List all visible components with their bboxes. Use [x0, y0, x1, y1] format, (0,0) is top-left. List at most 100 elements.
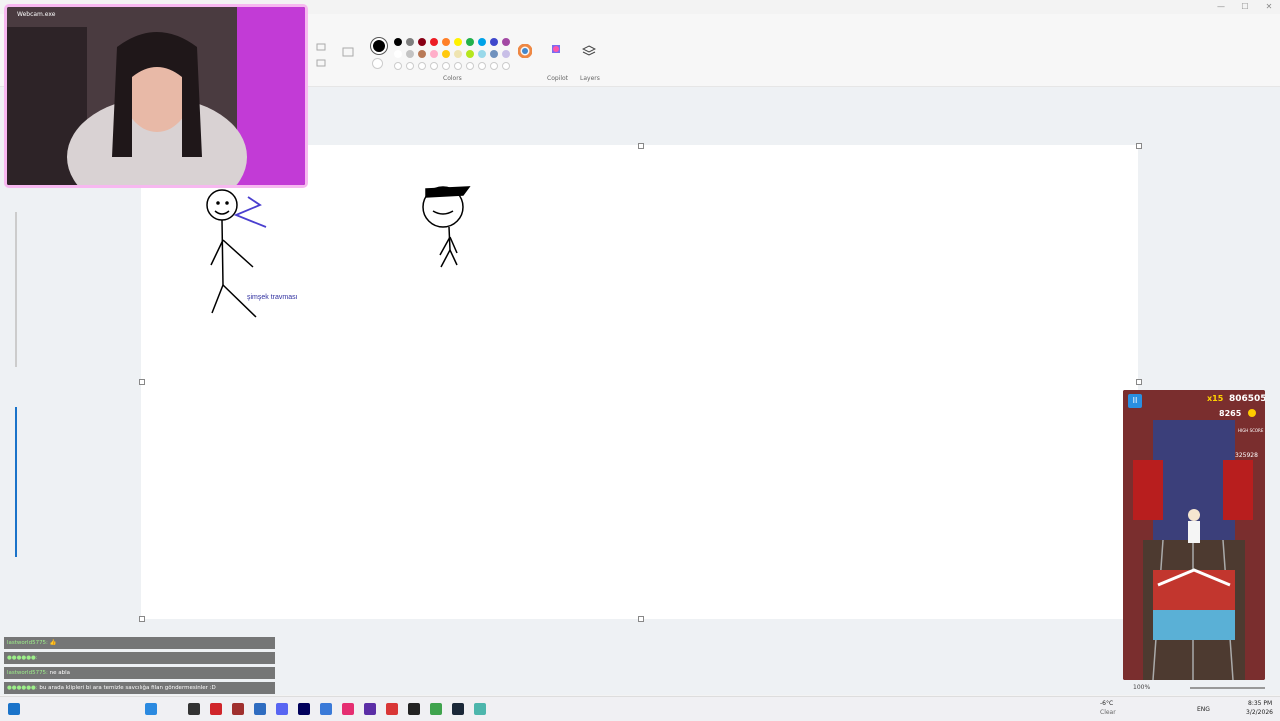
color-swatch[interactable]	[466, 38, 474, 46]
canvas-caption: şimşek travması	[247, 294, 298, 301]
resize-handle-top-right[interactable]	[1136, 143, 1142, 149]
minimize-button[interactable]: —	[1216, 2, 1226, 12]
color-swatch[interactable]	[394, 38, 402, 46]
custom-color-slot[interactable]	[478, 62, 486, 70]
zoom-slider[interactable]	[1190, 687, 1265, 689]
app-icon-2[interactable]	[232, 703, 244, 715]
app-icon-7[interactable]	[430, 703, 442, 715]
app-icon-6[interactable]	[386, 703, 398, 715]
brush-tools[interactable]	[315, 42, 355, 82]
weather-desc: Clear	[1100, 709, 1116, 716]
close-button[interactable]: ✕	[1264, 2, 1274, 12]
custom-color-slot[interactable]	[502, 62, 510, 70]
resize-handle-left[interactable]	[139, 379, 145, 385]
secondary-color[interactable]	[372, 58, 383, 69]
paint-icon[interactable]	[474, 703, 486, 715]
coin-count: 8265	[1219, 409, 1242, 418]
chat-text: ne abla	[49, 670, 71, 676]
score-multiplier: x15	[1207, 394, 1224, 403]
steam-icon[interactable]	[452, 703, 464, 715]
chat-username: lastworld5775:	[7, 640, 48, 646]
color-swatch[interactable]	[406, 50, 414, 58]
webcam-feed	[7, 7, 305, 185]
weather-temp: -6°C	[1100, 700, 1114, 707]
after-effects-icon[interactable]	[298, 703, 310, 715]
color-swatch[interactable]	[490, 38, 498, 46]
hiscore-label: HIGH SCORE	[1238, 428, 1264, 433]
color-swatch[interactable]	[406, 38, 414, 46]
layers-button[interactable]	[580, 44, 598, 62]
color-swatch[interactable]	[466, 50, 474, 58]
resize-handle-top[interactable]	[638, 143, 644, 149]
resize-handle-bottom[interactable]	[638, 616, 644, 622]
brush-size-slider[interactable]	[15, 212, 17, 367]
color-swatch[interactable]	[490, 50, 498, 58]
custom-color-slot[interactable]	[406, 62, 414, 70]
game-scene	[1123, 390, 1265, 680]
drawing-canvas[interactable]: şimşek travması	[141, 145, 1138, 619]
color-swatch[interactable]	[454, 38, 462, 46]
app-icon-1[interactable]	[210, 703, 222, 715]
color-swatch[interactable]	[418, 38, 426, 46]
color-swatch[interactable]	[430, 50, 438, 58]
hiscore-value: 325928	[1235, 452, 1258, 459]
chat-username: ●●●●●●:	[7, 685, 38, 691]
primary-color[interactable]	[371, 38, 387, 54]
custom-color-slot[interactable]	[454, 62, 462, 70]
stick-figure-right	[422, 186, 471, 268]
color-swatch[interactable]	[442, 50, 450, 58]
capcut-icon[interactable]	[408, 703, 420, 715]
color-swatch[interactable]	[442, 38, 450, 46]
resize-handle-bottom-left[interactable]	[139, 616, 145, 622]
webcam-title: Webcam.exe	[17, 11, 56, 18]
color-swatch[interactable]	[478, 38, 486, 46]
layers-label: Layers	[580, 75, 600, 82]
colors-group-label: Colors	[443, 75, 462, 82]
game-overlay: II x15 806505 8265 HIGH SCORE 325928	[1123, 390, 1265, 680]
maximize-button[interactable]: ☐	[1240, 2, 1250, 12]
clock-date[interactable]: 3/2/2026	[1246, 709, 1273, 716]
custom-color-slot[interactable]	[418, 62, 426, 70]
custom-color-slot[interactable]	[394, 62, 402, 70]
resize-handle-right[interactable]	[1136, 379, 1142, 385]
app-icon-5[interactable]	[364, 703, 376, 715]
start-icon[interactable]	[8, 703, 20, 715]
zoom-level: 100%	[1133, 684, 1151, 691]
chat-message: ●●●●●●:	[4, 652, 275, 664]
obs-icon[interactable]	[188, 703, 200, 715]
edge-icon[interactable]	[145, 703, 157, 715]
discord-icon[interactable]	[276, 703, 288, 715]
opera-icon[interactable]	[342, 703, 354, 715]
color-swatch[interactable]	[430, 38, 438, 46]
color-wheel-icon	[517, 43, 533, 59]
chat-text: 👍	[49, 640, 57, 646]
chat-username: lastworld5775:	[7, 670, 48, 676]
brush-icon	[316, 43, 354, 67]
custom-color-slot[interactable]	[442, 62, 450, 70]
color-swatch[interactable]	[394, 50, 402, 58]
color-swatch[interactable]	[502, 38, 510, 46]
chat-username: ●●●●●●:	[7, 655, 38, 661]
status-bar: 100%	[1100, 682, 1280, 694]
app-icon-4[interactable]	[320, 703, 332, 715]
language-indicator[interactable]: ENG	[1197, 706, 1210, 713]
color-swatch[interactable]	[502, 50, 510, 58]
edit-colors-button[interactable]	[516, 43, 534, 62]
app-icon-3[interactable]	[254, 703, 266, 715]
color-swatch[interactable]	[418, 50, 426, 58]
custom-color-slot[interactable]	[466, 62, 474, 70]
pause-button[interactable]: II	[1128, 394, 1142, 408]
taskbar: -6°C Clear ENG 8:35 PM 3/2/2026	[0, 696, 1280, 721]
layers-icon	[581, 45, 597, 56]
clock-time[interactable]: 8:35 PM	[1248, 700, 1272, 707]
color-swatch[interactable]	[478, 50, 486, 58]
copilot-button[interactable]	[547, 42, 565, 60]
opacity-slider[interactable]	[15, 407, 17, 557]
drawing-strokes	[206, 186, 471, 318]
chat-message: ●●●●●●: bu arada klipleri bi ara temizle…	[4, 682, 275, 694]
chat-message: lastworld5775: ne abla	[4, 667, 275, 679]
color-swatch[interactable]	[454, 50, 462, 58]
custom-color-slot[interactable]	[430, 62, 438, 70]
custom-color-slot[interactable]	[490, 62, 498, 70]
chat-text: bu arada klipleri bi ara temizle savcılı…	[39, 685, 216, 691]
